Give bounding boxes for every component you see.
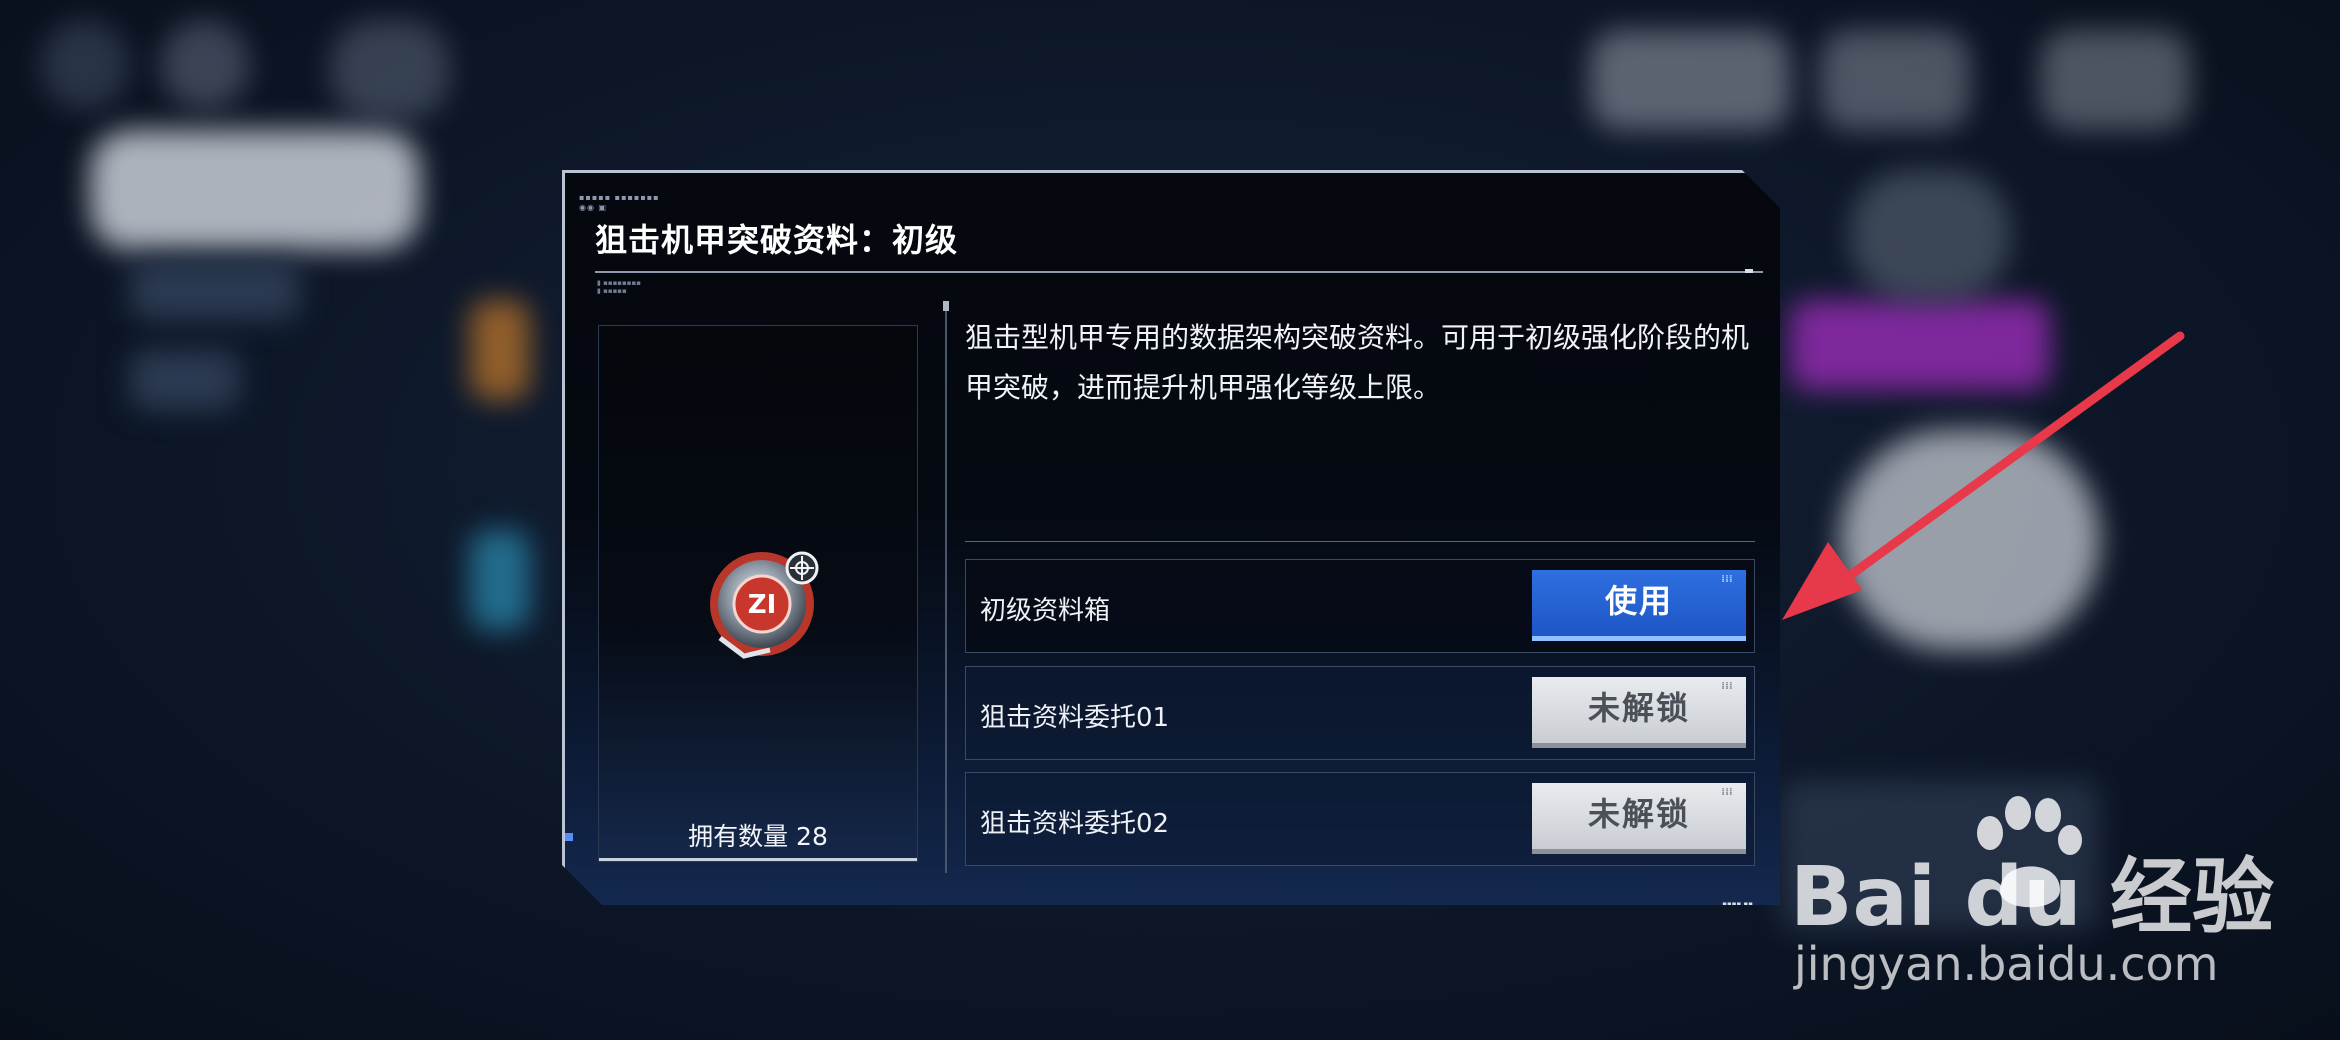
- source-label: 狙击资料委托02: [980, 809, 1170, 839]
- source-label: 狙击资料委托01: [980, 703, 1170, 733]
- source-row-commission-02: 狙击资料委托02 未解锁 ⁞⁞⁞: [965, 772, 1755, 866]
- dots-grid-icon: ⁞⁞⁞: [1721, 574, 1733, 585]
- annotation-arrow-icon: [1782, 331, 2185, 620]
- locked-button[interactable]: 未解锁 ⁞⁞⁞: [1532, 783, 1746, 854]
- svg-text:ZI: ZI: [748, 590, 777, 620]
- vertical-divider: [945, 301, 947, 873]
- item-detail-dialog: ▪▪▪▪▪ ▪▪▪▪▪▪▪ ◉◉ ▣ 狙击机甲突破资料：初级 ▮ ▪▪▪▪▪▪▪▪…: [562, 170, 1780, 905]
- bg-blur-shape: [40, 20, 130, 110]
- bg-blur-shape: [330, 20, 450, 120]
- bg-blur-shape: [470, 300, 530, 400]
- bg-blur-shape: [1590, 30, 1790, 130]
- count-underline: [599, 858, 917, 861]
- corner-indicator: [565, 833, 573, 841]
- breakthrough-material-icon: ZI: [710, 551, 819, 659]
- decorative-header-glyphs: ▪▪▪▪▪ ▪▪▪▪▪▪▪ ◉◉ ▣: [579, 193, 660, 212]
- owned-count: 拥有数量 28: [688, 822, 828, 851]
- locked-button[interactable]: 未解锁 ⁞⁞⁞: [1532, 677, 1746, 748]
- bg-blur-shape: [1850, 170, 2010, 300]
- item-preview-card: ZI 拥有数量 28: [598, 325, 918, 862]
- source-label: 初级资料箱: [980, 596, 1111, 626]
- source-row-commission-01: 狙击资料委托01 未解锁 ⁞⁞⁞: [965, 666, 1755, 760]
- use-button-label: 使用: [1604, 582, 1673, 620]
- bg-blur-shape: [90, 130, 420, 250]
- divider-cap: [943, 301, 949, 311]
- locked-button-label: 未解锁: [1587, 689, 1690, 727]
- bg-blur-shape: [1820, 30, 1970, 130]
- bg-blur-shape: [130, 260, 300, 320]
- bg-blur-shape: [470, 530, 530, 630]
- dots-grid-icon: ⁞⁞⁞: [1721, 681, 1733, 692]
- description-divider: [965, 541, 1755, 542]
- use-button[interactable]: 使用 ⁞⁞⁞: [1532, 570, 1746, 641]
- watermark: Bai du 经验 jingyan.baidu.com: [1790, 795, 2274, 995]
- bg-blur-shape: [130, 350, 240, 410]
- item-description: 狙击型机甲专用的数据架构突破资料。可用于初级强化阶段的机甲突破，进而提升机甲强化…: [965, 321, 1750, 404]
- watermark-brand: Bai du 经验: [1790, 850, 2275, 945]
- source-row-starter-box: 初级资料箱 使用 ⁞⁞⁞: [965, 559, 1755, 653]
- title-divider: [595, 271, 1763, 273]
- locked-button-label: 未解锁: [1587, 795, 1690, 833]
- bg-blur-shape: [160, 20, 250, 110]
- divider-tick: [1745, 269, 1753, 273]
- bg-blur-shape: [2040, 30, 2190, 130]
- dialog-title: 狙击机甲突破资料：初级: [595, 221, 959, 259]
- dots-grid-icon: ⁞⁞⁞: [1721, 787, 1733, 798]
- decorative-mini-glyphs: ▮ ▪▪▪▪▪▪▪▪ ▮ ▪▪▪▪▪: [597, 279, 642, 295]
- watermark-url: jingyan.baidu.com: [1794, 937, 2219, 991]
